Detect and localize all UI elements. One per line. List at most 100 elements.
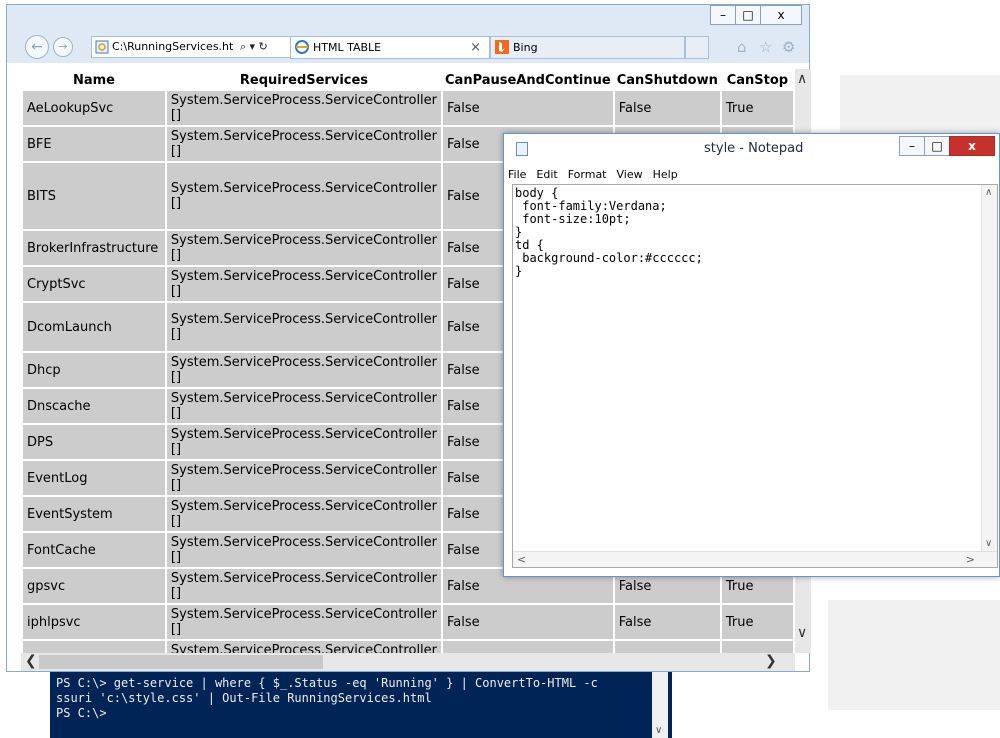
powershell-output: PS C:\> get-service | where { $_.Status … [56, 676, 598, 720]
scroll-up-icon[interactable]: ∧ [797, 71, 807, 87]
can-stop-cell [721, 641, 793, 653]
tab-label: Bing [513, 41, 538, 54]
menu-help[interactable]: Help [653, 168, 678, 181]
tools-gear-icon[interactable]: ⚙ [782, 38, 795, 56]
required-services-cell: System.ServiceProcess.ServiceController[… [166, 267, 442, 301]
can-stop-cell: True [721, 605, 793, 639]
powershell-scroll-down-icon[interactable]: ∨ [655, 725, 662, 736]
required-services-cell: System.ServiceProcess.ServiceController[… [166, 353, 442, 387]
notepad-window-controls: – □ x [899, 136, 995, 156]
menu-format[interactable]: Format [568, 168, 607, 181]
header-can-shutdown: CanShutdown [616, 72, 718, 88]
tab-bing[interactable]: Bing [490, 36, 685, 59]
horizontal-scroll-thumb[interactable] [39, 655, 323, 669]
service-name-cell: EventLog [23, 461, 165, 495]
required-services-cell: System.ServiceProcess.ServiceController[… [166, 641, 442, 653]
close-tab-icon[interactable]: × [470, 37, 481, 58]
table-row: AeLookupSvc System.ServiceProcess.Service… [23, 91, 793, 125]
browser-window-controls: – □ x [710, 5, 802, 25]
notepad-close-button[interactable]: x [949, 136, 995, 156]
service-name-cell: gpsvc [23, 569, 165, 603]
menu-file[interactable]: File [508, 168, 526, 181]
browser-minimize-button[interactable]: – [710, 5, 736, 25]
notepad-maximize-button[interactable]: □ [924, 136, 950, 156]
favorites-star-icon[interactable]: ☆ [759, 38, 772, 56]
service-name-cell: AeLookupSvc [23, 91, 165, 125]
browser-title-bar: – □ x [7, 5, 809, 31]
notepad-window: style - Notepad – □ x File Edit Format V… [503, 133, 1000, 577]
service-name-cell: DPS [23, 425, 165, 459]
can-shutdown-cell [614, 641, 720, 653]
table-header-row: Name RequiredServices CanPauseAndContinu… [23, 71, 793, 89]
notepad-scroll-up-icon[interactable]: ∧ [985, 187, 992, 198]
required-services-cell: System.ServiceProcess.ServiceController[… [166, 533, 442, 567]
menu-edit[interactable]: Edit [536, 168, 557, 181]
forward-arrow-icon: → [58, 40, 68, 53]
can-pause-cell: False [443, 605, 613, 639]
required-services-cell: System.ServiceProcess.ServiceController[… [166, 91, 442, 125]
service-name-cell: Dnscache [23, 389, 165, 423]
header-name: Name [72, 72, 115, 88]
browser-close-button[interactable]: x [760, 5, 802, 25]
tab-label: HTML TABLE [313, 41, 382, 54]
service-name-cell: EventSystem [23, 497, 165, 531]
tab-html-table[interactable]: HTML TABLE × [290, 36, 490, 59]
notepad-horizontal-scrollbar[interactable]: < > [513, 551, 997, 567]
can-pause-cell [443, 641, 613, 653]
address-bar[interactable]: C:\RunningServices.ht ⌕ ▾ ↻ [91, 36, 293, 58]
table-row: iphlpsvc System.ServiceProcess.ServiceCon… [23, 605, 793, 639]
required-services-cell: System.ServiceProcess.ServiceController[… [166, 605, 442, 639]
scroll-right-icon[interactable]: ❯ [765, 653, 777, 669]
service-name-cell: BrokerInfrastructure [23, 231, 165, 265]
home-icon[interactable]: ⌂ [737, 38, 747, 56]
notepad-scroll-left-icon[interactable]: < [517, 553, 526, 566]
service-name-cell: BFE [23, 127, 165, 161]
back-button[interactable]: ← [25, 35, 49, 59]
page-icon [95, 40, 109, 54]
horizontal-scrollbar[interactable]: ❮ ❯ [21, 653, 795, 671]
service-name-cell: FontCache [23, 533, 165, 567]
desktop-panel [828, 600, 1000, 710]
required-services-cell: System.ServiceProcess.ServiceController[… [166, 425, 442, 459]
service-name-cell: Dhcp [23, 353, 165, 387]
required-services-cell: System.ServiceProcess.ServiceController[… [166, 127, 442, 161]
required-services-cell: System.ServiceProcess.ServiceController[… [166, 497, 442, 531]
notepad-menu-bar: File Edit Format View Help [504, 164, 999, 184]
powershell-scrollbar[interactable]: ∨ [652, 672, 668, 738]
service-name-cell: BITS [23, 163, 165, 229]
required-services-cell: System.ServiceProcess.ServiceController[… [166, 303, 442, 351]
address-text: C:\RunningServices.ht [112, 40, 234, 53]
bing-icon [495, 40, 509, 54]
forward-button[interactable]: → [53, 37, 73, 57]
required-services-cell: System.ServiceProcess.ServiceController[… [166, 163, 442, 229]
scroll-down-icon[interactable]: ∨ [797, 625, 807, 641]
header-can-pause: CanPauseAndContinue [445, 72, 611, 88]
required-services-cell: System.ServiceProcess.ServiceController[… [166, 461, 442, 495]
required-services-cell: System.ServiceProcess.ServiceController[… [166, 231, 442, 265]
can-shutdown-cell: False [614, 605, 720, 639]
notepad-vertical-scrollbar[interactable]: ∧ ∨ [981, 185, 997, 567]
powershell-console[interactable]: PS C:\> get-service | where { $_.Status … [50, 672, 672, 738]
new-tab-button[interactable] [685, 36, 709, 59]
notepad-content: body { font-family:Verdana; font-size:10… [515, 186, 703, 278]
can-shutdown-cell: False [614, 91, 720, 125]
table-row: System.ServiceProcess.ServiceController[… [23, 641, 793, 653]
notepad-minimize-button[interactable]: – [899, 136, 925, 156]
notepad-scroll-right-icon[interactable]: > [966, 553, 975, 566]
scroll-left-icon[interactable]: ❮ [25, 653, 37, 669]
menu-view[interactable]: View [617, 168, 643, 181]
header-can-stop: CanStop [726, 72, 789, 88]
required-services-cell: System.ServiceProcess.ServiceController[… [166, 569, 442, 603]
search-refresh-icon[interactable]: ⌕ ▾ ↻ [240, 40, 268, 53]
service-name-cell: DcomLaunch [23, 303, 165, 351]
notepad-text-area[interactable]: body { font-family:Verdana; font-size:10… [512, 184, 998, 568]
ie-page-icon [295, 40, 309, 54]
notepad-scroll-down-icon[interactable]: ∨ [985, 538, 992, 549]
browser-toolbar: ← → C:\RunningServices.ht ⌕ ▾ ↻ HTML TAB… [7, 31, 809, 63]
can-pause-cell: False [443, 91, 613, 125]
notepad-icon [516, 142, 528, 156]
header-required-services: RequiredServices [239, 72, 369, 88]
required-services-cell: System.ServiceProcess.ServiceController[… [166, 389, 442, 423]
notepad-title: style - Notepad [704, 141, 804, 156]
browser-maximize-button[interactable]: □ [735, 5, 761, 25]
